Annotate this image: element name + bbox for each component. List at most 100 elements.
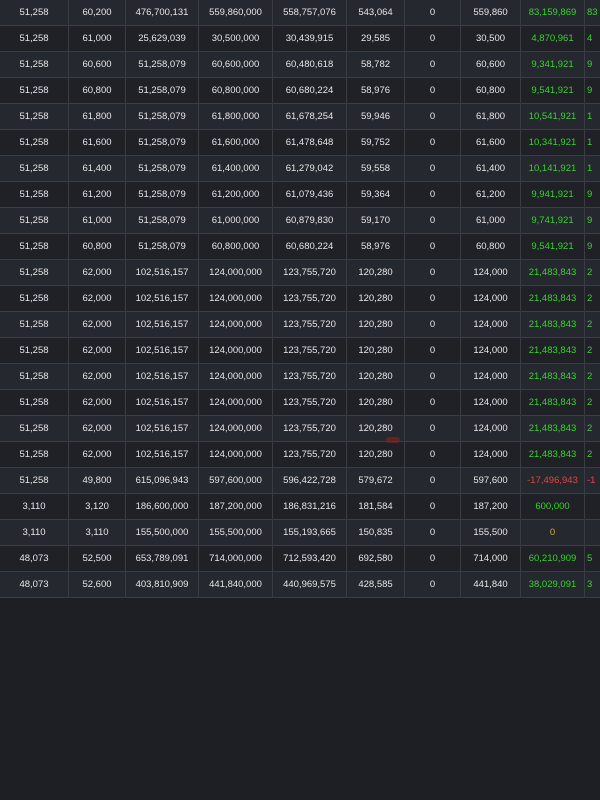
table-row[interactable]: 51,258 60,800 51,258,079 60,800,000 60,680,2…	[0, 234, 600, 260]
table-cell-col-4: 124,000,000	[199, 312, 273, 338]
table-cell-col-10	[585, 494, 600, 520]
table-cell-col-9: 9,541,921	[521, 78, 585, 104]
table-cell-col-10: 2	[587, 397, 593, 408]
table-cell-col-8: 30,500	[461, 26, 521, 52]
table-cell-col-6: 120,280	[347, 416, 405, 442]
table-cell-col-7: 0	[405, 78, 461, 104]
table-row[interactable]: 51,258 61,000 25,629,039 30,500,000 30,439,9…	[0, 26, 600, 52]
table-cell-col-8: 124,000	[461, 338, 521, 364]
table-cell-col-7: 0	[405, 234, 461, 260]
table-cell-col-2: 52,500	[69, 546, 126, 572]
table-row[interactable]: 51,258 62,000 102,516,157 124,000,000 123,75…	[0, 416, 600, 442]
table-cell-col-4: 61,000,000	[199, 208, 273, 234]
table-cell-col-5: 30,439,915	[273, 26, 347, 52]
table-row[interactable]: 51,258 61,400 51,258,079 61,400,000 61,279,0…	[0, 156, 600, 182]
table-row[interactable]: 51,258 61,200 51,258,079 61,200,000 61,079,4…	[0, 182, 600, 208]
table-cell-col-9: 38,029,091	[521, 572, 585, 598]
table-row[interactable]: 51,258 61,800 51,258,079 61,800,000 61,678,2…	[0, 104, 600, 130]
table-cell-col-7: 0	[405, 156, 461, 182]
table-cell-col-6: 59,170	[347, 208, 405, 234]
table-row[interactable]: 3,110 3,120 186,600,000 187,200,000 186,831,…	[0, 494, 600, 520]
table-cell-col-3: 51,258,079	[126, 182, 199, 208]
table-cell-col-1: 51,258	[0, 208, 69, 234]
table-cell-col-9: 9,941,921	[521, 182, 585, 208]
table-cell-col-1: 51,258	[0, 442, 69, 468]
table-cell-col-6: 59,558	[347, 156, 405, 182]
table-cell-col-3: 102,516,157	[126, 338, 199, 364]
table-cell-col-2: 60,800	[69, 234, 126, 260]
table-cell-col-7: 0	[405, 312, 461, 338]
table-cell-col-4: 61,800,000	[199, 104, 273, 130]
table-cell-col-5: 60,680,224	[273, 78, 347, 104]
table-cell-col-7: 0	[405, 364, 461, 390]
table-row[interactable]: 51,258 49,800 615,096,943 597,600,000 596,42…	[0, 468, 600, 494]
table-row[interactable]: 48,073 52,600 403,810,909 441,840,000 440,96…	[0, 572, 600, 598]
table-cell-col-8: 124,000	[461, 364, 521, 390]
table-cell-col-9: 9,541,921	[521, 234, 585, 260]
table-cell-col-7: 0	[405, 520, 461, 546]
table-cell-col-3: 102,516,157	[126, 364, 199, 390]
table-cell-col-7: 0	[405, 546, 461, 572]
table-cell-col-9: 21,483,843	[521, 364, 585, 390]
table-row[interactable]: 3,110 3,110 155,500,000 155,500,000 155,193,…	[0, 520, 600, 546]
table-cell-col-1: 48,073	[0, 572, 69, 598]
table-cell-col-3: 51,258,079	[126, 104, 199, 130]
table-cell-col-8: 124,000	[461, 390, 521, 416]
table-cell-col-2: 62,000	[69, 338, 126, 364]
table-cell-col-5: 60,680,224	[273, 234, 347, 260]
table-cell-col-1: 51,258	[0, 0, 69, 26]
table-cell-col-2: 60,800	[69, 78, 126, 104]
table-cell-col-10: 1	[587, 163, 593, 174]
table-cell-col-6: 58,976	[347, 234, 405, 260]
table-cell-col-10: 83	[587, 7, 598, 18]
table-cell-col-3: 51,258,079	[126, 78, 199, 104]
table-cell-col-2: 61,600	[69, 130, 126, 156]
table-cell-col-3: 476,700,131	[126, 0, 199, 26]
table-cell-col-6: 543,064	[347, 0, 405, 26]
table-cell-col-1: 51,258	[0, 26, 69, 52]
table-cell-col-5: 558,757,076	[273, 0, 347, 26]
table-cell-col-4: 187,200,000	[199, 494, 273, 520]
table-cell-col-6: 29,585	[347, 26, 405, 52]
table-cell-col-7: 0	[405, 52, 461, 78]
table-cell-col-9: -17,496,943	[521, 468, 585, 494]
table-cell-col-9: 9,341,921	[521, 52, 585, 78]
table-cell-col-10: 4	[587, 33, 593, 44]
table-cell-col-5: 123,755,720	[273, 312, 347, 338]
table-row[interactable]: 51,258 62,000 102,516,157 124,000,000 123,75…	[0, 364, 600, 390]
table-cell-col-4: 441,840,000	[199, 572, 273, 598]
table-row[interactable]: 51,258 61,000 51,258,079 61,000,000 60,879,8…	[0, 208, 600, 234]
table-cell-col-6: 150,835	[347, 520, 405, 546]
table-row[interactable]: 51,258 61,600 51,258,079 61,600,000 61,478,6…	[0, 130, 600, 156]
table-cell-col-8: 124,000	[461, 442, 521, 468]
table-cell-col-10: 1	[587, 111, 593, 122]
table-row[interactable]: 51,258 60,200 476,700,131 559,860,000 558,75…	[0, 0, 600, 26]
table-cell-col-6: 181,584	[347, 494, 405, 520]
table-cell-col-10: 9	[587, 85, 593, 96]
table-cell-col-6: 579,672	[347, 468, 405, 494]
table-cell-col-7: 0	[405, 104, 461, 130]
table-cell-col-1: 51,258	[0, 468, 69, 494]
table-row[interactable]: 51,258 62,000 102,516,157 124,000,000 123,75…	[0, 390, 600, 416]
table-cell-col-4: 60,800,000	[199, 234, 273, 260]
table-cell-col-3: 51,258,079	[126, 208, 199, 234]
table-row[interactable]: 51,258 62,000 102,516,157 124,000,000 123,75…	[0, 260, 600, 286]
table-row[interactable]: 51,258 62,000 102,516,157 124,000,000 123,75…	[0, 312, 600, 338]
table-cell-col-10: -1	[587, 475, 596, 486]
table-cell-col-6: 120,280	[347, 338, 405, 364]
table-row[interactable]: 51,258 62,000 102,516,157 124,000,000 123,75…	[0, 338, 600, 364]
table-cell-col-8: 61,800	[461, 104, 521, 130]
table-cell-col-6: 59,752	[347, 130, 405, 156]
table-cell-col-10: 2	[587, 267, 593, 278]
table-row[interactable]: 48,073 52,500 653,789,091 714,000,000 712,59…	[0, 546, 600, 572]
table-row[interactable]: 51,258 60,800 51,258,079 60,800,000 60,680,2…	[0, 78, 600, 104]
table-row[interactable]: 51,258 62,000 102,516,157 124,000,000 123,75…	[0, 442, 600, 468]
table-row[interactable]: 51,258 60,600 51,258,079 60,600,000 60,480,6…	[0, 52, 600, 78]
table-cell-col-1: 51,258	[0, 286, 69, 312]
table-cell-col-2: 62,000	[69, 442, 126, 468]
table-cell-col-9: 9,741,921	[521, 208, 585, 234]
table-row[interactable]: 51,258 62,000 102,516,157 124,000,000 123,75…	[0, 286, 600, 312]
table-cell-col-6: 692,580	[347, 546, 405, 572]
table-cell-col-10: 2	[587, 293, 593, 304]
table-cell-col-3: 51,258,079	[126, 52, 199, 78]
